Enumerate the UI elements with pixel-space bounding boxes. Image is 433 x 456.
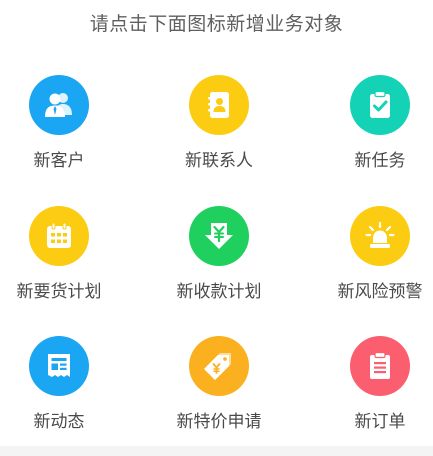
new-object-page: 请点击下面图标新增业务对象 新客户 新联系人 新任务 新要货计划 新收款计划 新… (0, 0, 433, 456)
new-risk-alert-button[interactable]: 新风险预警 (308, 206, 433, 316)
new-special-price-circle (189, 336, 249, 396)
new-order-button[interactable]: 新订单 (308, 336, 433, 446)
task-clipboard-icon (370, 90, 390, 118)
new-contact-label: 新联系人 (185, 151, 253, 171)
new-risk-alert-circle (350, 206, 410, 266)
new-task-label: 新任务 (354, 151, 406, 171)
new-contact-circle (189, 75, 249, 135)
price-tag-icon (204, 353, 231, 380)
yuan-collect-icon (205, 223, 233, 249)
new-collection-plan-button[interactable]: 新收款计划 (147, 206, 291, 316)
new-purchase-plan-button[interactable]: 新要货计划 (0, 206, 131, 316)
new-special-price-button[interactable]: 新特价申请 (147, 336, 291, 446)
new-risk-alert-label: 新风险预警 (337, 282, 423, 302)
new-collection-plan-label: 新收款计划 (176, 282, 262, 302)
calendar-icon (47, 222, 71, 248)
new-order-circle (350, 336, 410, 396)
contact-book-icon (208, 92, 229, 118)
news-icon (48, 354, 70, 377)
order-clipboard-icon (370, 351, 390, 379)
bottom-divider (0, 446, 433, 456)
new-activity-circle (29, 336, 89, 396)
alarm-light-icon (365, 221, 395, 248)
new-object-grid: 新客户 新联系人 新任务 新要货计划 新收款计划 新风险预警 新动态 新特价申请… (0, 0, 433, 456)
new-activity-button[interactable]: 新动态 (0, 336, 131, 446)
new-collection-plan-circle (189, 206, 249, 266)
new-customer-button[interactable]: 新客户 (0, 75, 131, 185)
new-task-circle (350, 75, 410, 135)
new-special-price-label: 新特价申请 (176, 412, 262, 432)
new-activity-label: 新动态 (33, 412, 85, 432)
new-contact-button[interactable]: 新联系人 (147, 75, 291, 185)
new-purchase-plan-label: 新要货计划 (16, 282, 102, 302)
new-order-label: 新订单 (354, 412, 406, 432)
new-task-button[interactable]: 新任务 (308, 75, 433, 185)
new-customer-circle (29, 75, 89, 135)
new-purchase-plan-circle (29, 206, 89, 266)
customer-icon (45, 93, 72, 117)
new-customer-label: 新客户 (33, 151, 85, 171)
